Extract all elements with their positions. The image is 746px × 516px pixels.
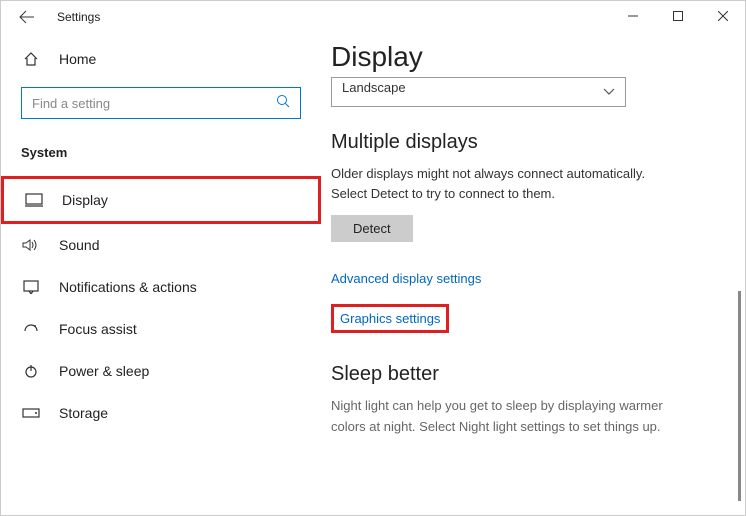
advanced-display-link[interactable]: Advanced display settings xyxy=(331,271,481,286)
home-icon xyxy=(21,51,41,67)
multiple-displays-heading: Multiple displays xyxy=(331,131,721,154)
focus-assist-icon xyxy=(21,321,41,337)
sleep-better-desc: Night light can help you get to sleep by… xyxy=(331,396,671,438)
search-input-container[interactable] xyxy=(21,87,301,119)
maximize-button[interactable] xyxy=(655,1,700,31)
sidebar-item-label: Sound xyxy=(59,237,99,253)
close-button[interactable] xyxy=(700,1,745,31)
sidebar-item-notifications[interactable]: Notifications & actions xyxy=(1,266,321,308)
sleep-better-heading: Sleep better xyxy=(331,363,721,386)
multiple-displays-desc: Older displays might not always connect … xyxy=(331,164,651,203)
page-title: Display xyxy=(331,41,721,73)
chevron-down-icon xyxy=(603,83,615,101)
graphics-settings-link[interactable]: Graphics settings xyxy=(331,304,449,333)
sidebar-item-power-sleep[interactable]: Power & sleep xyxy=(1,350,321,392)
home-nav[interactable]: Home xyxy=(1,41,321,77)
minimize-icon xyxy=(628,11,638,21)
sidebar-item-sound[interactable]: Sound xyxy=(1,224,321,266)
close-icon xyxy=(718,11,728,21)
sidebar: Home System Display Sound Notifications … xyxy=(1,33,321,515)
window-title: Settings xyxy=(57,10,100,24)
display-icon xyxy=(24,193,44,207)
sidebar-item-display[interactable]: Display xyxy=(1,176,321,224)
sidebar-item-label: Power & sleep xyxy=(59,363,149,379)
main-content: Display Landscape Multiple displays Olde… xyxy=(321,33,745,515)
section-header: System xyxy=(1,139,321,176)
sidebar-item-label: Storage xyxy=(59,405,108,421)
sound-icon xyxy=(21,238,41,252)
sidebar-item-storage[interactable]: Storage xyxy=(1,392,321,434)
arrow-left-icon xyxy=(19,9,35,25)
detect-button[interactable]: Detect xyxy=(331,215,413,242)
back-button[interactable] xyxy=(13,3,41,31)
dropdown-value: Landscape xyxy=(342,80,406,95)
sidebar-item-label: Focus assist xyxy=(59,321,137,337)
home-label: Home xyxy=(59,51,96,67)
notifications-icon xyxy=(21,280,41,294)
sidebar-item-label: Display xyxy=(62,192,108,208)
sidebar-item-focus-assist[interactable]: Focus assist xyxy=(1,308,321,350)
search-input[interactable] xyxy=(32,96,290,111)
power-icon xyxy=(21,363,41,379)
search-icon xyxy=(276,94,290,113)
storage-icon xyxy=(21,408,41,418)
sidebar-item-label: Notifications & actions xyxy=(59,279,197,295)
orientation-dropdown[interactable]: Landscape xyxy=(331,77,626,107)
maximize-icon xyxy=(673,11,683,21)
scrollbar[interactable] xyxy=(738,291,741,501)
minimize-button[interactable] xyxy=(610,1,655,31)
